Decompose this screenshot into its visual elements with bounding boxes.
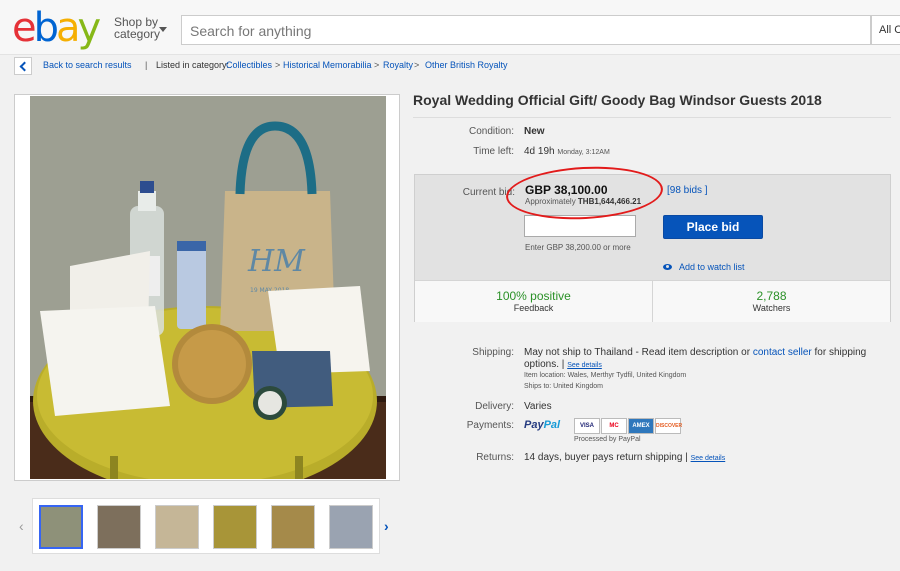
watchers-stat: 2,788 Watchers: [653, 289, 890, 313]
breadcrumb-item-collectibles[interactable]: Collectibles: [226, 55, 272, 75]
contact-seller-link[interactable]: contact seller: [753, 347, 812, 358]
mastercard-icon: MC: [601, 418, 627, 434]
paypal-logo: PayPal: [524, 419, 560, 431]
returns-label: Returns:: [476, 452, 514, 463]
condition-label: Condition:: [468, 126, 514, 137]
logo-letter-e: e: [12, 5, 37, 51]
time-left-value: 4d 19h Monday, 3:12AM: [524, 146, 610, 157]
chevron-down-icon[interactable]: [159, 27, 167, 32]
shipping-message-end: for shipping: [814, 347, 867, 358]
shipping-text: May not ship to Thailand - Read item des…: [524, 347, 866, 358]
chevron-right-icon[interactable]: ›: [384, 518, 389, 534]
feedback-label: Feedback: [513, 303, 554, 313]
thumbnail-4[interactable]: [213, 505, 257, 549]
payments-label: Payments:: [466, 420, 514, 431]
processed-by-paypal: Processed by PayPal: [574, 436, 641, 443]
main-image-panel[interactable]: HM 19 MAY 2018: [14, 94, 400, 481]
thumbnail-1[interactable]: [39, 505, 83, 549]
delivery-value: Varies: [524, 401, 552, 412]
shipping-label: Shipping:: [472, 347, 514, 358]
delivery-label: Delivery:: [475, 401, 514, 412]
returns-policy: 14 days, buyer pays return shipping: [524, 452, 683, 463]
visa-icon: VISA: [574, 418, 600, 434]
shipping-message: May not ship to Thailand - Read item des…: [524, 347, 751, 358]
enter-bid-hint: Enter GBP 38,200.00 or more: [525, 243, 631, 252]
thumbnail-6[interactable]: [329, 505, 373, 549]
time-left-day: Monday, 3:12AM: [557, 149, 610, 156]
eye-icon[interactable]: [663, 264, 672, 270]
time-left-label: Time left:: [473, 146, 514, 157]
header: ebay Shop by category Search for anythin…: [0, 0, 900, 55]
shop-by-category-button[interactable]: Shop by category: [114, 16, 160, 40]
time-left-duration: 4d 19h: [524, 146, 555, 157]
logo-letter-a: a: [56, 5, 80, 51]
thumbnail-2[interactable]: [97, 505, 141, 549]
breadcrumb-item-other-british-royalty[interactable]: Other British Royalty: [425, 55, 508, 75]
thumbnail-strip: [32, 498, 380, 554]
category-select[interactable]: All C: [871, 15, 900, 45]
svg-text:HM: HM: [247, 244, 306, 279]
returns-text: 14 days, buyer pays return shipping | Se…: [524, 452, 726, 463]
shipping-options-line: options. | See details: [524, 359, 602, 370]
feedback-stat[interactable]: 100% positive Feedback: [415, 289, 652, 313]
listing-title: Royal Wedding Official Gift/ Goody Bag W…: [413, 92, 822, 108]
thumbnail-3[interactable]: [155, 505, 199, 549]
watchers-label: Watchers: [752, 303, 791, 313]
search-input[interactable]: Search for anything: [181, 15, 871, 45]
chevron-left-icon[interactable]: ‹: [19, 518, 24, 534]
paypal-logo-pal: Pal: [543, 419, 561, 431]
feedback-value: 100% positive: [496, 289, 571, 303]
bids-count[interactable]: 98 bids: [670, 185, 702, 196]
returns-see-details-link[interactable]: See details: [691, 455, 726, 462]
discover-icon: DISCOVER: [655, 418, 682, 434]
logo-letter-b: b: [33, 5, 59, 51]
shipping-options: options.: [524, 359, 560, 370]
paypal-logo-pay: Pay: [524, 419, 544, 431]
shipping-see-details-link[interactable]: See details: [567, 362, 602, 369]
logo-letter-y: y: [77, 5, 102, 51]
item-location: Item location: Wales, Merthyr Tydfil, Un…: [524, 372, 687, 379]
breadcrumb-item-historical-memorabilia[interactable]: Historical Memorabilia: [283, 55, 372, 75]
add-to-watch-list-link[interactable]: Add to watch list: [679, 262, 745, 272]
back-arrow-icon[interactable]: [14, 57, 32, 75]
current-bid-label: Current bid:: [462, 187, 515, 198]
condition-value: New: [524, 126, 545, 137]
seller-stats: 100% positive Feedback 2,788 Watchers: [415, 280, 890, 322]
amex-icon: AMEX: [628, 418, 654, 434]
bids-count-link[interactable]: [98 bids ]: [667, 185, 708, 196]
ships-to: Ships to: United Kingdom: [524, 383, 603, 390]
thumbnail-5[interactable]: [271, 505, 315, 549]
ebay-logo[interactable]: ebay: [12, 5, 102, 51]
place-bid-button[interactable]: Place bid: [663, 215, 763, 239]
breadcrumb-item-royalty[interactable]: Royalty: [383, 55, 413, 75]
listed-in-label: Listed in category:: [156, 60, 230, 70]
divider: [413, 117, 891, 118]
breadcrumb: Back to search results | Listed in categ…: [14, 55, 884, 75]
category-label: category: [114, 27, 161, 41]
back-to-search-link[interactable]: Back to search results: [43, 55, 132, 75]
product-photo[interactable]: HM 19 MAY 2018: [30, 96, 386, 479]
watchers-value: 2,788: [756, 289, 787, 303]
